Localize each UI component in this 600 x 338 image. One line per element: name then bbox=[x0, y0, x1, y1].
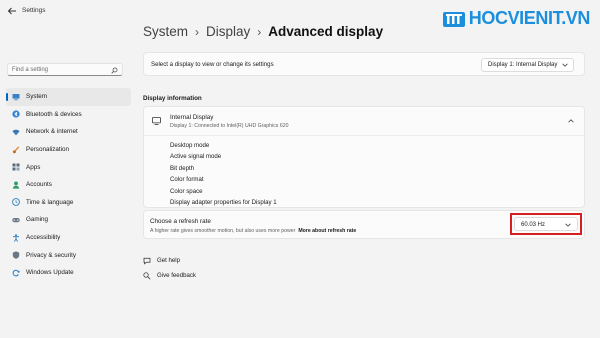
display-info-card: Internal Display Display 1: Connected to… bbox=[143, 106, 585, 208]
page-title: Advanced display bbox=[268, 24, 384, 39]
chevron-down-icon bbox=[562, 63, 568, 67]
get-help-label: Get help bbox=[157, 257, 181, 264]
shield-icon bbox=[12, 251, 20, 259]
update-icon bbox=[12, 269, 20, 277]
refresh-rate-description-line: A higher rate gives smoother motion, but… bbox=[150, 228, 356, 234]
breadcrumb-separator: › bbox=[195, 24, 200, 39]
chevron-up-icon[interactable] bbox=[568, 119, 574, 123]
search-placeholder: Find a setting bbox=[12, 66, 49, 73]
display-adapter-properties-link[interactable]: Display adapter properties for Display 1 bbox=[170, 197, 277, 208]
back-arrow-icon[interactable] bbox=[7, 6, 17, 16]
sidebar-item-windows-update[interactable]: Windows Update bbox=[6, 264, 131, 282]
sidebar-item-label: Network & internet bbox=[26, 128, 78, 136]
display-name: Internal Display bbox=[170, 114, 214, 121]
info-row-bit-depth: Bit depth bbox=[170, 164, 195, 172]
info-row-active-signal-mode: Active signal mode bbox=[170, 153, 222, 161]
breadcrumb-system-link[interactable]: System bbox=[143, 24, 188, 39]
select-display-card: Select a display to view or change its s… bbox=[143, 52, 585, 76]
sidebar-item-label: Windows Update bbox=[26, 269, 74, 277]
sidebar-item-apps[interactable]: Apps bbox=[6, 158, 131, 176]
sidebar-item-label: Time & language bbox=[26, 198, 74, 206]
select-display-label: Select a display to view or change its s… bbox=[151, 61, 274, 68]
info-row-desktop-mode: Desktop mode bbox=[170, 142, 210, 149]
globe-clock-icon bbox=[12, 198, 20, 207]
sidebar-item-label: Accounts bbox=[26, 181, 52, 189]
info-row-color-format: Color format bbox=[170, 176, 204, 184]
breadcrumb-separator: › bbox=[257, 24, 262, 39]
get-help-link[interactable]: Get help bbox=[143, 253, 196, 268]
feedback-icon bbox=[143, 271, 151, 279]
bluetooth-icon bbox=[12, 110, 20, 118]
sidebar-item-bluetooth[interactable]: Bluetooth & devices bbox=[6, 106, 131, 124]
sidebar-item-privacy-security[interactable]: Privacy & security bbox=[6, 246, 131, 264]
display-select-dropdown[interactable]: Display 1: Internal Display bbox=[481, 58, 574, 72]
brush-icon bbox=[12, 145, 20, 154]
display-subtitle: Display 1: Connected to Intel(R) UHD Gra… bbox=[170, 123, 289, 129]
gamepad-icon bbox=[12, 216, 20, 224]
info-row-color-space: Color space bbox=[170, 187, 203, 195]
active-indicator bbox=[6, 93, 8, 101]
watermark-text: HOCVIENIT.VN bbox=[468, 8, 591, 28]
watermark-logo: HOCVIENIT.VN bbox=[442, 8, 590, 29]
sidebar-item-label: Personalization bbox=[26, 146, 70, 154]
sidebar-item-label: Accessibility bbox=[26, 234, 61, 242]
display-select-value: Display 1: Internal Display bbox=[488, 62, 558, 69]
window-title: Settings bbox=[22, 7, 46, 14]
sidebar-item-system[interactable]: System bbox=[6, 88, 131, 106]
hocvienit-logo-icon bbox=[442, 11, 465, 27]
refresh-rate-description: A higher rate gives smoother motion, but… bbox=[150, 228, 296, 234]
sidebar-item-label: Gaming bbox=[26, 216, 49, 224]
apps-icon bbox=[12, 163, 20, 171]
monitor-icon bbox=[12, 93, 20, 101]
give-feedback-link[interactable]: Give feedback bbox=[143, 268, 196, 283]
sidebar-item-label: Bluetooth & devices bbox=[26, 110, 82, 118]
search-input[interactable]: Find a setting bbox=[7, 63, 123, 76]
sidebar-item-label: Privacy & security bbox=[26, 251, 77, 259]
display-info-header[interactable]: Internal Display Display 1: Connected to… bbox=[144, 107, 584, 136]
monitor-outline-icon bbox=[152, 117, 161, 125]
sidebar-item-accessibility[interactable]: Accessibility bbox=[6, 229, 131, 247]
give-feedback-label: Give feedback bbox=[157, 272, 196, 279]
sidebar-item-label: Apps bbox=[26, 163, 41, 171]
sidebar-item-gaming[interactable]: Gaming bbox=[6, 211, 131, 229]
display-info-rows: Desktop mode Active signal mode Bit dept… bbox=[170, 140, 277, 208]
search-icon bbox=[111, 67, 118, 74]
refresh-rate-title: Choose a refresh rate bbox=[150, 218, 211, 225]
wifi-icon bbox=[12, 128, 20, 136]
person-icon bbox=[12, 181, 20, 189]
accessibility-icon bbox=[12, 233, 20, 242]
sidebar-item-network[interactable]: Network & internet bbox=[6, 123, 131, 141]
refresh-rate-dropdown[interactable]: 60.03 Hz bbox=[514, 217, 578, 231]
help-links: Get help Give feedback bbox=[143, 253, 196, 283]
section-title: Display information bbox=[143, 95, 202, 102]
sidebar-item-accounts[interactable]: Accounts bbox=[6, 176, 131, 194]
sidebar-item-label: System bbox=[26, 93, 47, 101]
breadcrumb: System › Display › Advanced display bbox=[143, 24, 383, 39]
sidebar-item-time-language[interactable]: Time & language bbox=[6, 194, 131, 212]
sidebar-item-personalization[interactable]: Personalization bbox=[6, 141, 131, 159]
sidebar-nav: System Bluetooth & devices Network & int… bbox=[6, 88, 131, 282]
refresh-rate-help-link[interactable]: More about refresh rate bbox=[298, 228, 356, 234]
refresh-rate-value: 60.03 Hz bbox=[521, 221, 546, 228]
breadcrumb-display-link[interactable]: Display bbox=[206, 24, 250, 39]
chevron-down-icon bbox=[565, 223, 571, 227]
help-chat-icon bbox=[143, 257, 151, 265]
